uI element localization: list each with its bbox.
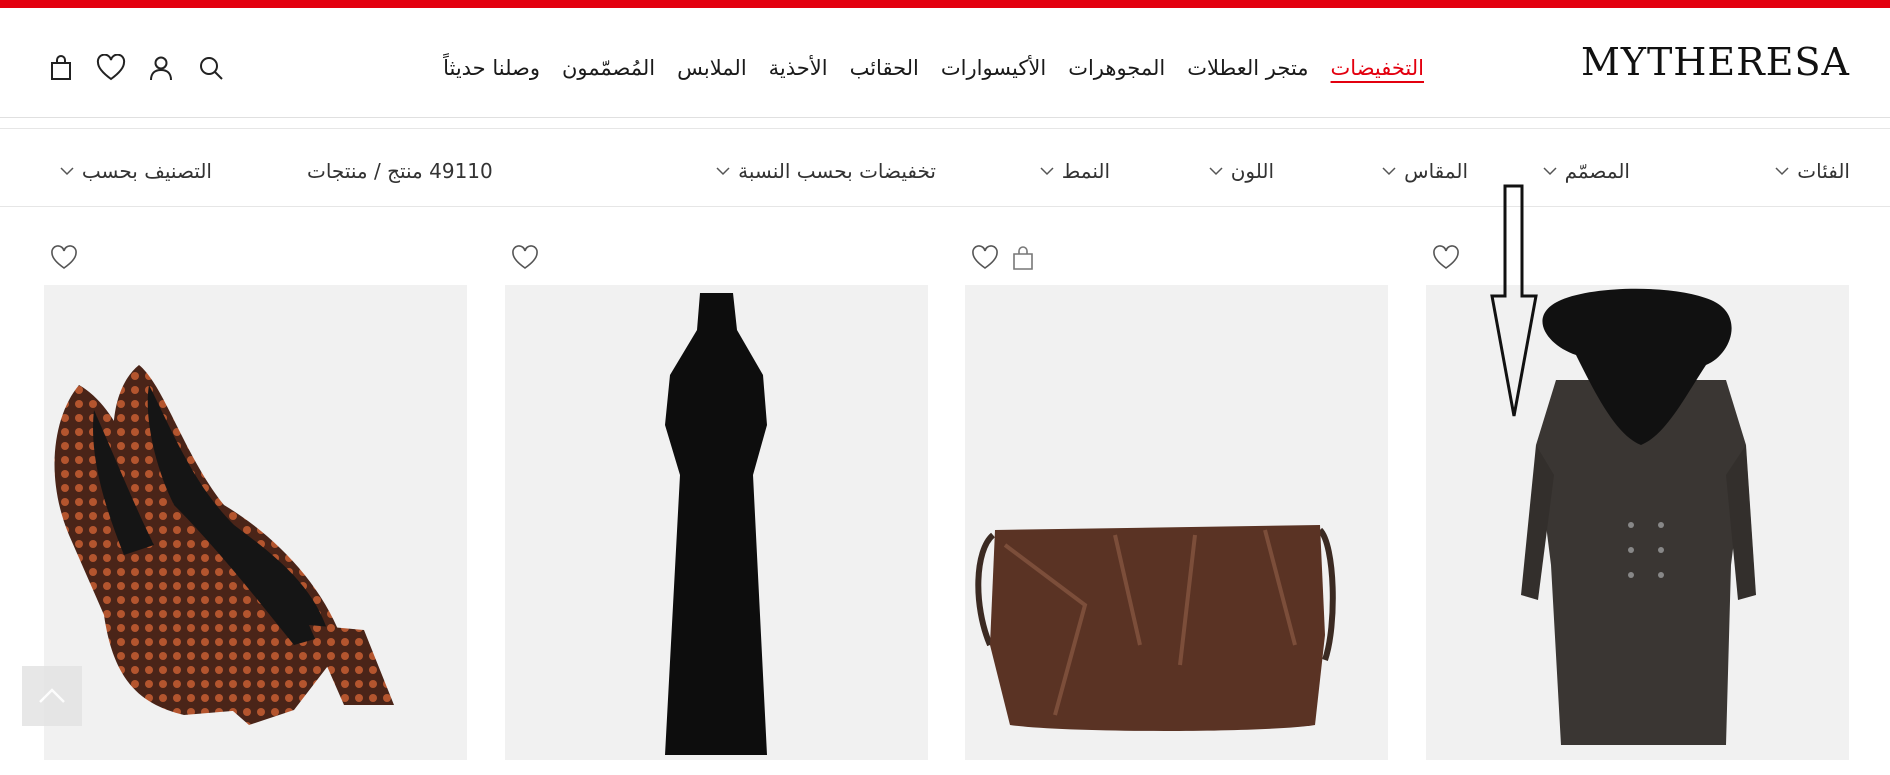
product-grid bbox=[0, 240, 1890, 775]
nav-item-bags[interactable]: الحقائب bbox=[839, 56, 930, 80]
filter-categories[interactable]: الفئات bbox=[1775, 159, 1850, 183]
chevron-down-icon bbox=[1775, 167, 1789, 176]
account-icon[interactable] bbox=[145, 52, 177, 84]
filter-size[interactable]: المقاس bbox=[1382, 159, 1468, 183]
chevron-down-icon bbox=[60, 167, 74, 176]
main-nav: وصلنا حديثاً المُصمّمون الملابس الأحذية … bbox=[432, 56, 1435, 80]
bag-icon[interactable] bbox=[45, 52, 77, 84]
filter-label: المصمّم bbox=[1564, 159, 1630, 183]
promo-bar[interactable] bbox=[0, 0, 1890, 8]
heart-icon[interactable] bbox=[50, 244, 78, 272]
product-image-bag[interactable] bbox=[965, 285, 1388, 760]
chevron-down-icon bbox=[1209, 167, 1223, 176]
filter-style[interactable]: النمط bbox=[1040, 159, 1110, 183]
filter-bar: الفئات المصمّم المقاس اللون النمط تخفيضا… bbox=[0, 129, 1890, 207]
card-actions bbox=[50, 244, 78, 272]
chevron-down-icon bbox=[1040, 167, 1054, 176]
nav-item-new-arrivals[interactable]: وصلنا حديثاً bbox=[432, 56, 551, 80]
annotation-arrow-icon bbox=[1490, 184, 1538, 417]
search-icon[interactable] bbox=[195, 52, 227, 84]
card-actions bbox=[511, 244, 539, 272]
filter-label: المقاس bbox=[1404, 159, 1468, 183]
filter-label: تخفيضات بحسب النسبة bbox=[738, 159, 936, 183]
filter-discount[interactable]: تخفيضات بحسب النسبة bbox=[716, 159, 936, 183]
card-actions bbox=[1432, 244, 1460, 272]
nav-item-shoes[interactable]: الأحذية bbox=[758, 56, 839, 80]
heart-icon[interactable] bbox=[511, 244, 539, 272]
chevron-up-icon bbox=[39, 688, 65, 703]
sort-dropdown[interactable]: التصنيف بحسب bbox=[60, 159, 212, 183]
site-header: MYTHERESA وصلنا حديثاً المُصمّمون الملاب… bbox=[0, 8, 1890, 118]
filter-color[interactable]: اللون bbox=[1209, 159, 1274, 183]
nav-item-accessories[interactable]: الأكيسوارات bbox=[930, 56, 1057, 80]
bag-icon[interactable] bbox=[1009, 244, 1037, 272]
filter-label: النمط bbox=[1061, 159, 1110, 183]
wishlist-icon[interactable] bbox=[95, 52, 127, 84]
heart-icon[interactable] bbox=[971, 244, 999, 272]
chevron-down-icon bbox=[716, 167, 730, 176]
nav-item-clothing[interactable]: الملابس bbox=[666, 56, 758, 80]
chevron-down-icon bbox=[1382, 167, 1396, 176]
back-to-top-button[interactable] bbox=[22, 666, 82, 726]
card-actions bbox=[971, 244, 1037, 272]
filter-label: الفئات bbox=[1797, 159, 1850, 183]
heart-icon[interactable] bbox=[1432, 244, 1460, 272]
header-icons bbox=[45, 52, 227, 84]
product-image-dress[interactable] bbox=[505, 285, 928, 760]
brand-logo[interactable]: MYTHERESA bbox=[1581, 40, 1850, 84]
product-count: 49110 منتج / منتجات bbox=[307, 159, 493, 183]
nav-item-holiday-shop[interactable]: متجر العطلات bbox=[1176, 56, 1319, 80]
sort-label: التصنيف بحسب bbox=[81, 159, 212, 183]
filter-designer[interactable]: المصمّم bbox=[1543, 159, 1630, 183]
nav-item-jewelry[interactable]: المجوهرات bbox=[1057, 56, 1176, 80]
product-image-pumps[interactable] bbox=[44, 285, 467, 760]
nav-item-sale[interactable]: التخفيضات bbox=[1320, 56, 1435, 80]
filter-label: اللون bbox=[1230, 159, 1274, 183]
nav-item-designers[interactable]: المُصمّمون bbox=[551, 56, 666, 80]
chevron-down-icon bbox=[1543, 167, 1557, 176]
